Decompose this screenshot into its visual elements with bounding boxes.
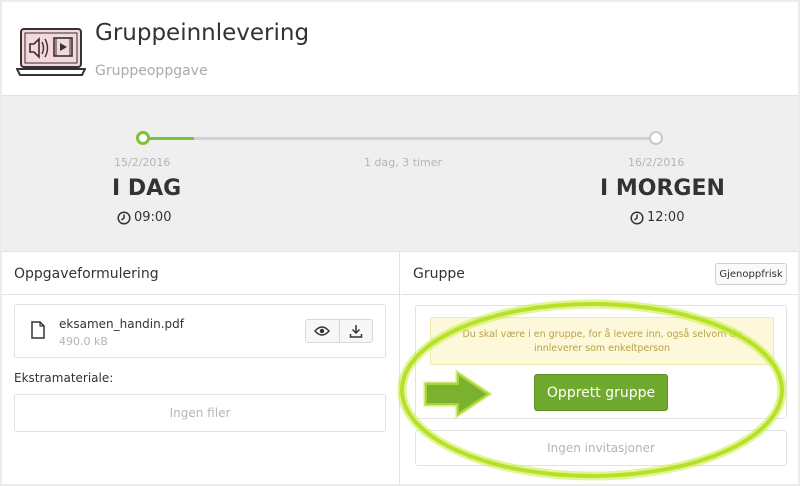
end-date: 16/2/2016 [628,156,685,169]
download-icon [349,325,363,338]
preview-button[interactable] [306,320,339,342]
timeline-end-dot [649,131,663,145]
panel-divider [401,294,798,295]
extra-material-empty: Ingen filer [14,394,386,432]
clock-icon [630,210,644,225]
file-icon [31,321,45,339]
start-time: 09:00 [117,210,171,225]
file-size: 490.0 kB [59,335,108,348]
invitations-empty: Ingen invitasjoner [415,430,787,466]
eye-icon [314,326,331,336]
refresh-button[interactable]: Gjenoppfrisk [715,263,787,285]
file-action-group [305,319,373,343]
end-day-label: I MORGEN [600,176,725,201]
page-frame: Gruppeinnlevering Gruppeoppgave 15/2/201… [2,2,798,484]
duration-label: 1 dag, 3 timer [364,156,443,169]
create-group-button[interactable]: Opprett gruppe [534,374,668,411]
start-time-text: 09:00 [134,210,172,225]
group-panel-title: Gruppe [413,266,465,282]
page-subtitle: Gruppeoppgave [95,63,208,79]
panel-divider [2,294,399,295]
end-time-text: 12:00 [647,210,685,225]
file-name[interactable]: eksamen_handin.pdf [59,317,184,331]
extra-material-label: Ekstramateriale: [14,371,114,385]
timeline-progress [148,137,194,140]
timeline-start-dot [136,131,150,145]
assignment-header: Gruppeinnlevering Gruppeoppgave [2,2,798,96]
file-item: eksamen_handin.pdf 490.0 kB [14,304,386,358]
download-button[interactable] [338,320,372,342]
assignment-panel-title: Oppgaveformulering [14,266,159,282]
clock-icon [117,210,131,225]
group-warning-message: Du skal være i en gruppe, for å levere i… [430,317,774,365]
end-time: 12:00 [630,210,684,225]
laptop-media-icon [16,28,86,76]
start-date: 15/2/2016 [114,156,171,169]
start-day-label: I DAG [112,176,182,201]
assignment-panel: Oppgaveformulering eksamen_handin.pdf 49… [2,252,400,484]
timeline-track [148,137,656,140]
deadline-timeline: 15/2/2016 1 dag, 3 timer 16/2/2016 I DAG… [2,96,798,252]
group-card: Du skal være i en gruppe, for å levere i… [415,305,787,419]
page-title: Gruppeinnlevering [95,20,310,46]
group-panel: Gruppe Gjenoppfrisk Du skal være i en gr… [401,252,798,484]
